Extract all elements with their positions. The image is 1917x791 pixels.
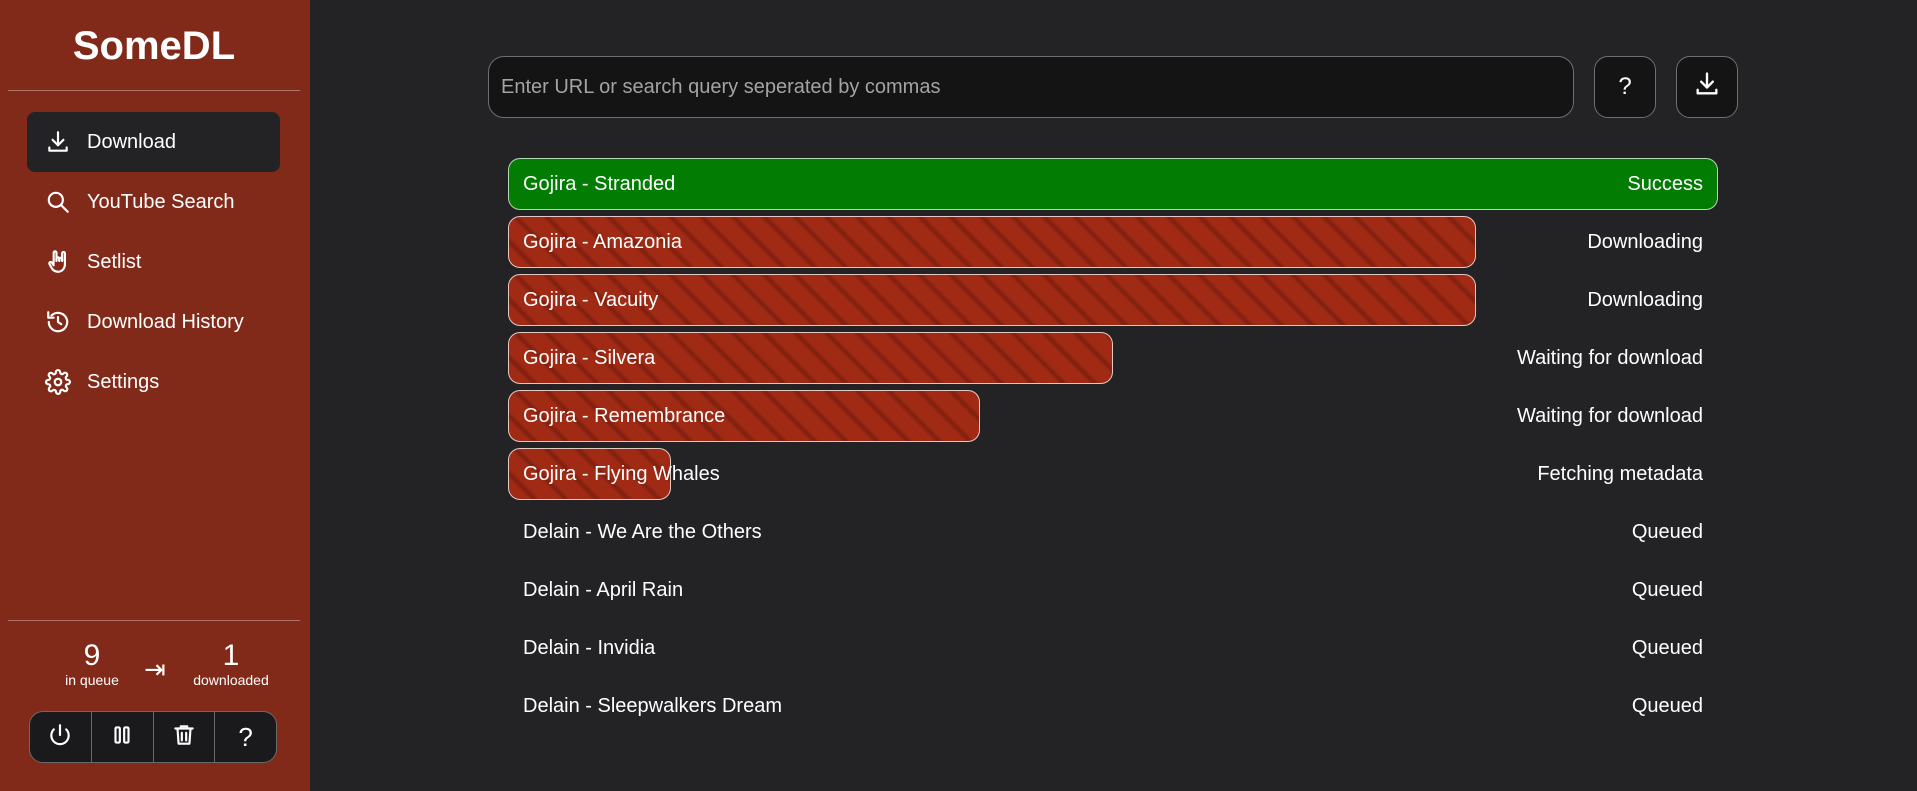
queue-item-title: Gojira - Vacuity — [523, 289, 659, 311]
sidebar-divider-bottom — [8, 620, 300, 621]
sidebar-item-youtube-search[interactable]: YouTube Search — [27, 172, 280, 232]
power-icon — [47, 722, 73, 753]
sidebar-item-label: Setlist — [87, 250, 142, 273]
history-icon — [43, 307, 73, 337]
clear-queue-button[interactable] — [154, 712, 216, 762]
search-icon — [43, 187, 73, 217]
gear-icon — [43, 367, 73, 397]
queue-item-status: Waiting for download — [1516, 405, 1703, 427]
queue-item-title: Delain - Invidia — [523, 637, 656, 659]
queue-item-status: Downloading — [1587, 289, 1703, 311]
search-help-button[interactable]: ? — [1594, 56, 1656, 118]
queue-item: Gojira - Vacuity Downloading — [508, 274, 1718, 328]
downloaded-count-label: downloaded — [193, 672, 269, 688]
power-button[interactable] — [30, 712, 92, 762]
queue-item-status: Queued — [1631, 521, 1703, 543]
queue-count-stat: 9 in queue — [44, 639, 140, 689]
sidebar-item-label: YouTube Search — [87, 190, 235, 213]
sidebar-item-label: Download History — [87, 310, 244, 333]
queue-item: Gojira - Stranded Success — [508, 158, 1718, 212]
downloaded-count-stat: 1 downloaded — [176, 639, 286, 689]
queue-item-title: Gojira - Remembrance — [523, 405, 726, 427]
queue-item: Gojira - Amazonia Downloading — [508, 216, 1718, 270]
queue-item: Gojira - Remembrance Waiting for download — [508, 390, 1718, 444]
queue-item: Delain - Invidia Queued — [508, 622, 1718, 676]
queue-item: Gojira - Flying Whales Fetching metadata — [508, 448, 1718, 502]
queue-item-title: Delain - April Rain — [523, 579, 684, 601]
arrow-right-to-bar-icon: ⇥ — [144, 654, 166, 684]
queue-count: 9 — [83, 639, 101, 672]
queue-item: Delain - Sleepwalkers Dream Queued — [508, 680, 1718, 734]
queue-item-title: Delain - Sleepwalkers Dream — [523, 695, 782, 717]
trash-icon — [171, 722, 197, 753]
queue-count-label: in queue — [65, 672, 119, 688]
queue-stats: 9 in queue ⇥ 1 downloaded — [8, 640, 300, 696]
queue-item-status: Fetching metadata — [1537, 463, 1703, 485]
queue-item-title: Gojira - Stranded — [523, 173, 676, 195]
pause-icon — [109, 722, 135, 753]
sidebar-item-download[interactable]: Download — [27, 112, 280, 172]
sidebar-nav: Download YouTube Search Setlist Download… — [27, 112, 280, 412]
queue-item-status: Queued — [1631, 579, 1703, 601]
queue-item-status: Queued — [1631, 695, 1703, 717]
queue-item: Delain - April Rain Queued — [508, 564, 1718, 618]
pause-button[interactable] — [92, 712, 154, 762]
queue-item-status: Success — [1627, 173, 1703, 195]
progress-bar-complete — [508, 158, 1718, 210]
help-icon: ? — [1618, 73, 1632, 100]
download-icon — [43, 127, 73, 157]
help-icon: ? — [238, 721, 253, 752]
queue-item-status: Queued — [1631, 637, 1703, 659]
app-title: SomeDL — [72, 24, 236, 68]
sidebar-item-label: Settings — [87, 370, 160, 393]
search-input[interactable] — [488, 56, 1574, 118]
rock-hand-icon — [43, 247, 73, 277]
sidebar-item-download-history[interactable]: Download History — [27, 292, 280, 352]
sidebar-item-setlist[interactable]: Setlist — [27, 232, 280, 292]
queue-item: Gojira - Silvera Waiting for download — [508, 332, 1718, 386]
sidebar-divider-top — [8, 90, 300, 91]
queue-item-status: Waiting for download — [1516, 347, 1703, 369]
download-queue-list: Gojira - Stranded Success Gojira - Amazoni… — [508, 158, 1718, 738]
start-download-button[interactable] — [1676, 56, 1738, 118]
sidebar-item-settings[interactable]: Settings — [27, 352, 280, 412]
download-icon — [1693, 70, 1721, 105]
downloaded-count: 1 — [222, 639, 240, 672]
sidebar-item-label: Download — [87, 130, 176, 153]
queue-item: Delain - We Are the Others Queued — [508, 506, 1718, 560]
queue-item-title: Gojira - Silvera — [523, 347, 656, 369]
queue-item-title: Delain - We Are the Others — [523, 521, 762, 543]
queue-item-status: Downloading — [1587, 231, 1703, 253]
sidebar: SomeDL Download YouTube Search Setlist D… — [0, 0, 310, 791]
help-button[interactable]: ? — [215, 712, 276, 762]
queue-controls: ? — [29, 711, 277, 763]
queue-item-title: Gojira - Flying Whales — [523, 463, 720, 485]
queue-item-title: Gojira - Amazonia — [523, 231, 682, 253]
